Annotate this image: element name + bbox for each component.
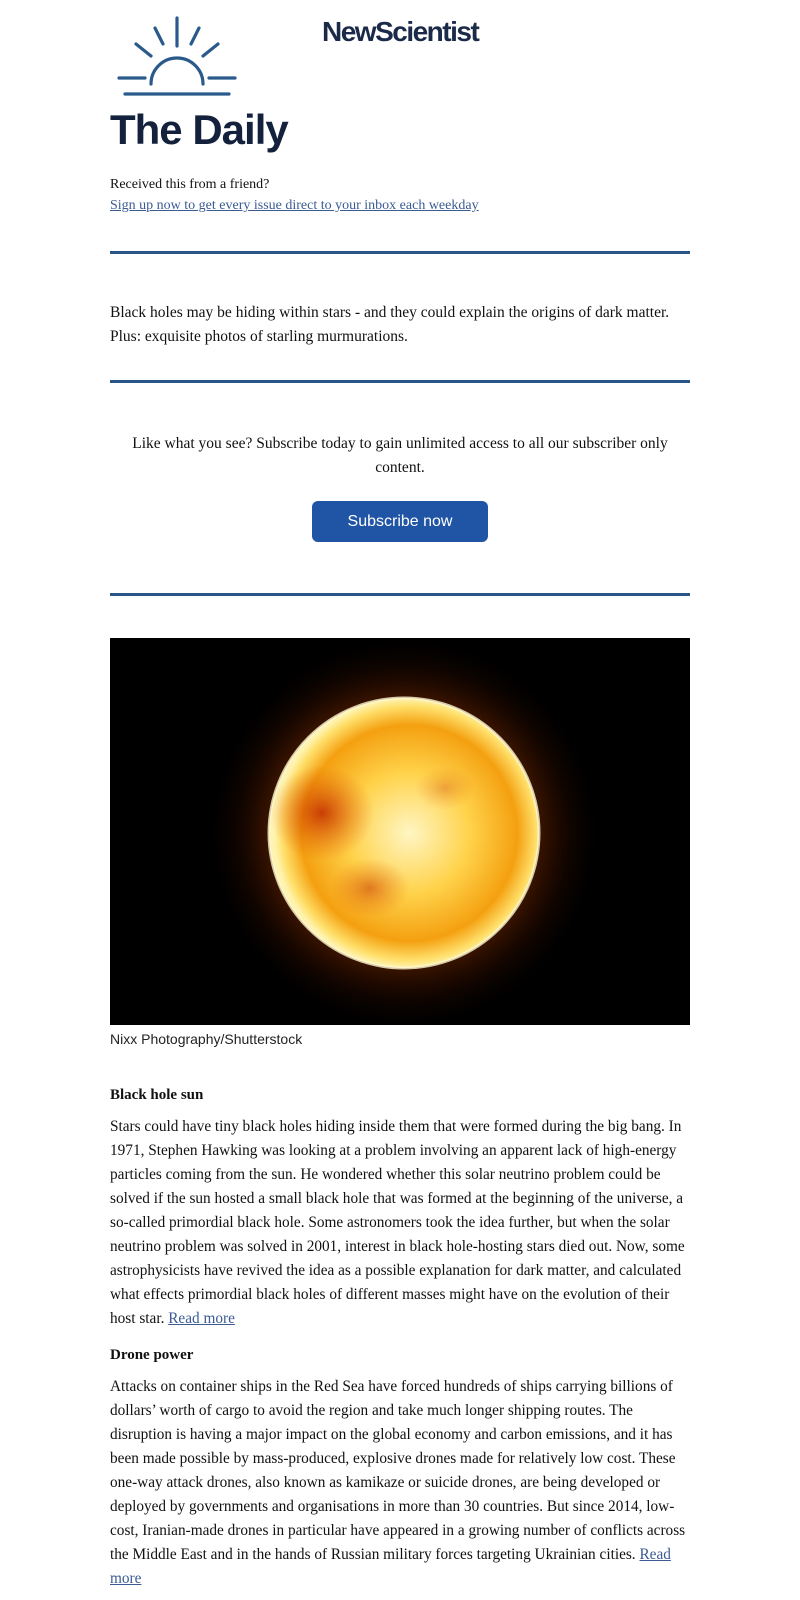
divider [110, 380, 690, 383]
story-body: Attacks on container ships in the Red Se… [110, 1375, 690, 1591]
masthead: NewScientist The Daily Received this fro… [110, 0, 690, 213]
sun-photo [110, 638, 690, 1025]
divider [110, 251, 690, 254]
read-more-link[interactable]: Read more [168, 1310, 235, 1327]
story-headline: Black hole sun [110, 1087, 204, 1103]
newsletter: NewScientist The Daily Received this fro… [110, 0, 690, 1587]
signup-link[interactable]: Sign up now to get every issue direct to… [110, 196, 479, 216]
story-text: Stars could have tiny black holes hiding… [110, 1118, 685, 1327]
story-body: Stars could have tiny black holes hiding… [110, 1115, 690, 1331]
intro-text: Black holes may be hiding within stars -… [110, 304, 670, 345]
story-text: Attacks on container ships in the Red Se… [110, 1378, 686, 1563]
subscribe-promo-text: Like what you see? Subscribe today to ga… [132, 435, 668, 476]
photo-credit: Nixx Photography/Shutterstock [110, 1031, 303, 1047]
story-headline: Drone power [110, 1347, 194, 1363]
sun-image [110, 638, 690, 1025]
sunrise-icon [117, 16, 237, 96]
received-text: Received this from a friend? [110, 177, 270, 192]
divider [110, 593, 690, 596]
subscribe-button[interactable]: Subscribe now [312, 501, 488, 542]
newscientist-logo[interactable]: NewScientist [322, 14, 480, 50]
newsletter-title: The Daily [110, 106, 289, 153]
